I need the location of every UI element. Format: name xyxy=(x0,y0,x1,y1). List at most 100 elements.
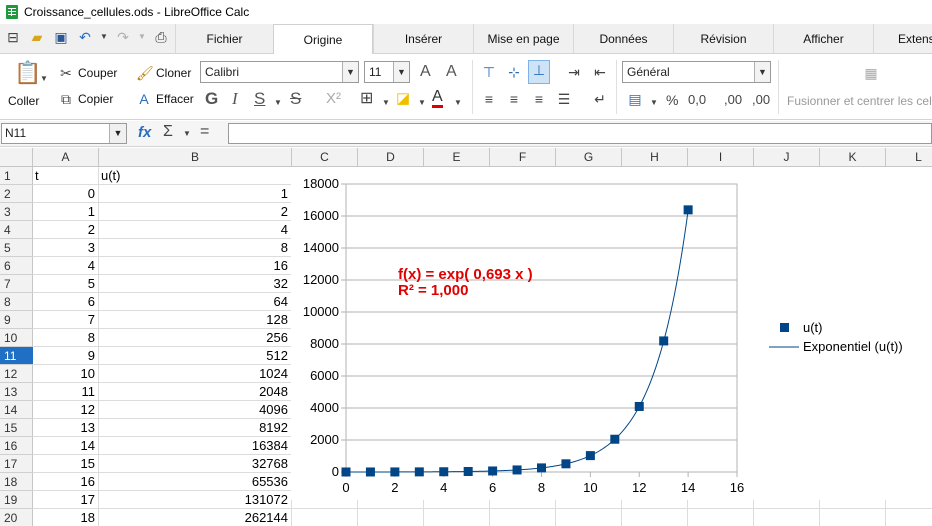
column-header-b[interactable]: B xyxy=(99,148,292,166)
row-header[interactable]: 3 xyxy=(0,203,33,221)
cell-t-value[interactable]: 7 xyxy=(33,311,98,329)
font-color-dropdown-icon[interactable]: ▼ xyxy=(454,94,462,112)
column-header-e[interactable]: E xyxy=(424,148,490,166)
cell-u-value[interactable]: 262144 xyxy=(99,509,291,526)
background-dropdown-icon[interactable]: ▼ xyxy=(418,94,426,112)
grow-font-icon[interactable]: A xyxy=(420,63,431,81)
cut-button[interactable]: Couper xyxy=(78,66,117,80)
column-header-d[interactable]: D xyxy=(358,148,424,166)
undo-icon[interactable]: ↶ xyxy=(76,28,94,46)
toggle-menu-icon[interactable]: ⊟ xyxy=(4,28,22,46)
shrink-font-icon[interactable]: A xyxy=(446,63,457,81)
tab-donnees[interactable]: Données xyxy=(573,24,673,54)
formula-input[interactable] xyxy=(228,123,932,144)
chart-object[interactable]: 0 2000 4000 6000 8000 10000 12000 14000 16000 180… xyxy=(291,167,932,500)
cell-t-value[interactable]: 4 xyxy=(33,257,98,275)
tab-mise-en-page[interactable]: Mise en page xyxy=(473,24,573,54)
clone-formatting-icon[interactable]: 🖌 xyxy=(136,64,154,82)
column-header-l[interactable]: L xyxy=(886,148,932,166)
cell-t-value[interactable]: 11 xyxy=(33,383,98,401)
cell-t-value[interactable]: 12 xyxy=(33,401,98,419)
underline-icon[interactable]: S xyxy=(254,90,265,108)
row-header[interactable]: 8 xyxy=(0,293,33,311)
cell-u-value[interactable]: 4 xyxy=(99,221,291,239)
sum-icon[interactable]: Σ xyxy=(163,123,173,141)
row-header[interactable]: 2 xyxy=(0,185,33,203)
strikethrough-icon[interactable]: S xyxy=(290,90,301,108)
remove-decimal-button[interactable]: ,00 xyxy=(752,92,770,107)
paste-icon[interactable]: 📋 xyxy=(14,60,41,86)
chevron-down-icon[interactable]: ▼ xyxy=(109,124,126,143)
cell-t-value[interactable]: 10 xyxy=(33,365,98,383)
superscript-icon[interactable]: X² xyxy=(326,90,341,108)
cell-u-value[interactable]: 2048 xyxy=(99,383,291,401)
tab-revision[interactable]: Révision xyxy=(673,24,773,54)
redo-dropdown-icon[interactable]: ▼ xyxy=(138,28,146,46)
column-header-h[interactable]: H xyxy=(622,148,688,166)
cell-a1[interactable]: t xyxy=(33,167,98,185)
currency-icon[interactable]: ▤ xyxy=(626,90,644,108)
print-icon[interactable]: ⎙ xyxy=(152,28,170,46)
font-name-combo[interactable]: Calibri ▼ xyxy=(200,61,359,83)
borders-dropdown-icon[interactable]: ▼ xyxy=(382,94,390,112)
save-icon[interactable]: ▣ xyxy=(52,28,70,46)
function-wizard-icon[interactable]: fx xyxy=(138,124,151,141)
font-size-combo[interactable]: 11 ▼ xyxy=(364,61,410,83)
clone-button[interactable]: Cloner xyxy=(156,66,191,80)
row-header[interactable]: 20 xyxy=(0,509,33,526)
cell-u-value[interactable]: 4096 xyxy=(99,401,291,419)
cell-t-value[interactable]: 6 xyxy=(33,293,98,311)
paste-dropdown-icon[interactable]: ▼ xyxy=(40,70,48,88)
open-folder-icon[interactable]: ▰ xyxy=(28,28,46,46)
scatter-chart[interactable]: 0 2000 4000 6000 8000 10000 12000 14000 16000 180… xyxy=(291,167,932,500)
chevron-down-icon[interactable]: ▼ xyxy=(754,62,770,82)
cell-u-value[interactable]: 65536 xyxy=(99,473,291,491)
cell-t-value[interactable]: 14 xyxy=(33,437,98,455)
row-header[interactable]: 17 xyxy=(0,455,33,473)
cell-u-value[interactable]: 8192 xyxy=(99,419,291,437)
column-header-j[interactable]: J xyxy=(754,148,820,166)
percent-format-button[interactable]: % xyxy=(666,92,678,108)
cell-t-value[interactable]: 8 xyxy=(33,329,98,347)
cell-t-value[interactable]: 13 xyxy=(33,419,98,437)
italic-icon[interactable]: I xyxy=(232,90,238,108)
add-decimal-button[interactable]: ,00 xyxy=(724,92,742,107)
cut-icon[interactable]: ✂ xyxy=(58,64,74,82)
tab-afficher[interactable]: Afficher xyxy=(773,24,873,54)
cell-t-value[interactable]: 0 xyxy=(33,185,98,203)
row-header[interactable]: 18 xyxy=(0,473,33,491)
align-right-icon[interactable]: ≡ xyxy=(530,90,548,108)
indent-decrease-icon[interactable]: ⇤ xyxy=(591,63,609,81)
cell-t-value[interactable]: 9 xyxy=(33,347,98,365)
column-header-c[interactable]: C xyxy=(292,148,358,166)
row-header[interactable]: 14 xyxy=(0,401,33,419)
align-center-icon[interactable]: ≡ xyxy=(505,90,523,108)
cell-u-value[interactable]: 2 xyxy=(99,203,291,221)
cell-t-value[interactable]: 15 xyxy=(33,455,98,473)
cell-u-value[interactable]: 32 xyxy=(99,275,291,293)
tab-origine[interactable]: Origine xyxy=(273,24,373,55)
indent-increase-icon[interactable]: ⇥ xyxy=(565,63,583,81)
currency-dropdown-icon[interactable]: ▼ xyxy=(650,94,658,112)
row-header[interactable]: 7 xyxy=(0,275,33,293)
sum-dropdown-icon[interactable]: ▼ xyxy=(183,129,191,138)
copy-button[interactable]: Copier xyxy=(78,92,113,106)
paste-button[interactable]: Coller xyxy=(8,94,39,108)
cell-u-value[interactable]: 1024 xyxy=(99,365,291,383)
row-header[interactable]: 9 xyxy=(0,311,33,329)
cell-t-value[interactable]: 17 xyxy=(33,491,98,509)
cell-t-value[interactable]: 18 xyxy=(33,509,98,526)
column-header-f[interactable]: F xyxy=(490,148,556,166)
row-header[interactable]: 15 xyxy=(0,419,33,437)
cell-u-value[interactable]: 131072 xyxy=(99,491,291,509)
row-header[interactable]: 12 xyxy=(0,365,33,383)
formula-icon[interactable]: = xyxy=(200,123,209,141)
cell-t-value[interactable]: 16 xyxy=(33,473,98,491)
chevron-down-icon[interactable]: ▼ xyxy=(342,62,358,82)
number-format-combo[interactable]: Général ▼ xyxy=(622,61,771,83)
clear-formatting-icon[interactable]: A xyxy=(136,90,152,108)
borders-icon[interactable]: ⊞ xyxy=(360,90,373,108)
number-format-button[interactable]: 0,0 xyxy=(688,92,706,107)
row-header[interactable]: 16 xyxy=(0,437,33,455)
name-box[interactable]: N11 ▼ xyxy=(1,123,127,144)
